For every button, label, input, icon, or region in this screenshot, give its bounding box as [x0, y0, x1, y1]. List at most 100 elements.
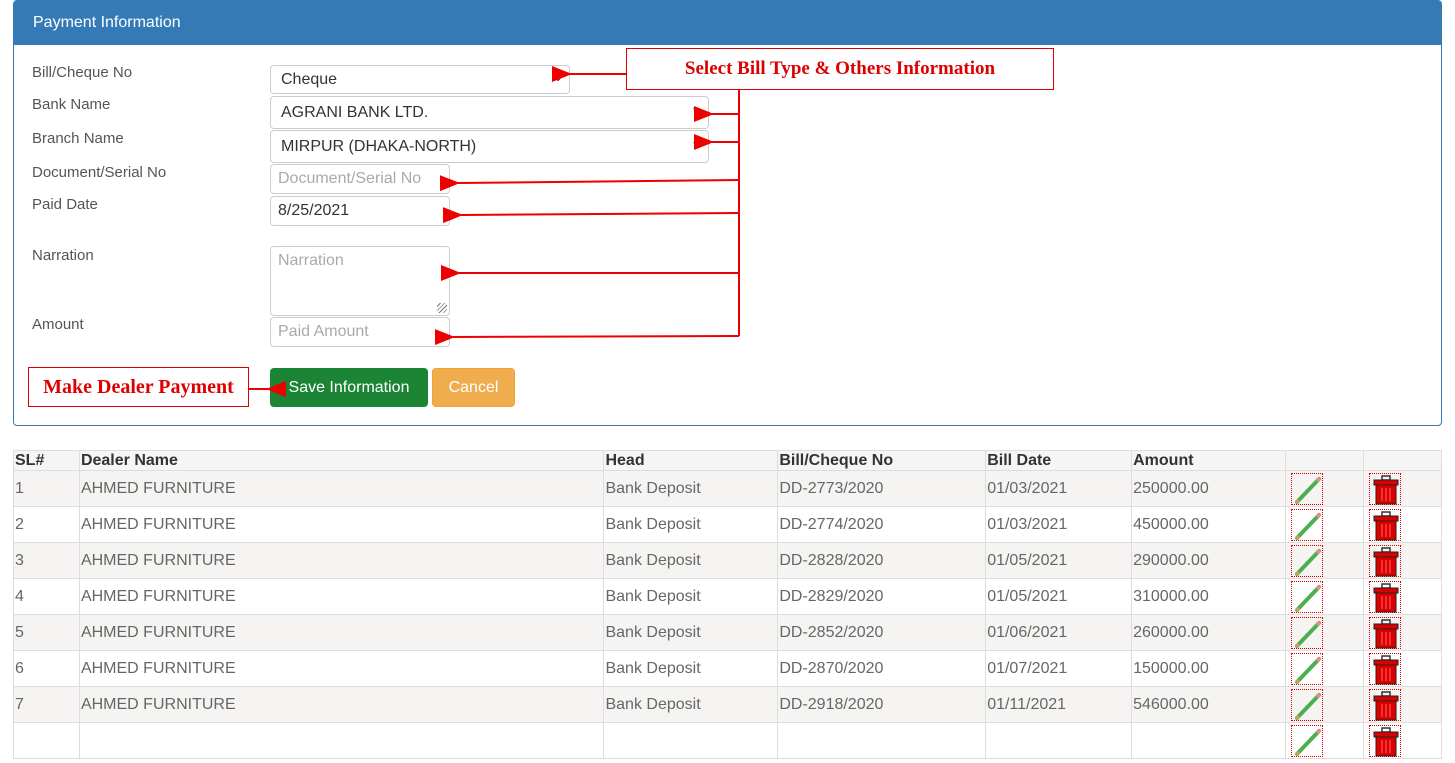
sl-cell: 7	[13, 686, 80, 723]
pencil-icon[interactable]	[1291, 580, 1324, 613]
col-amount: Amount	[1131, 450, 1287, 471]
edit-cell	[1285, 506, 1364, 543]
col-bill-date: Bill Date	[985, 450, 1133, 471]
document-no-placeholder: Document/Serial No	[278, 170, 422, 187]
trash-icon[interactable]	[1368, 580, 1401, 613]
sl-cell: 2	[13, 506, 80, 543]
amount-cell: 260000.00	[1131, 614, 1287, 651]
pencil-icon[interactable]	[1291, 688, 1324, 721]
bill-no-cell: DD-2774/2020	[777, 506, 987, 543]
bill-type-value: Cheque	[281, 70, 338, 88]
dealer-name-cell: AHMED FURNITURE	[78, 506, 605, 543]
delete-cell	[1362, 686, 1443, 723]
head-cell: Bank Deposit	[603, 542, 779, 579]
col-sl: SL#	[13, 450, 80, 471]
trash-icon[interactable]	[1368, 544, 1401, 577]
trash-icon[interactable]	[1368, 652, 1401, 685]
chevron-down-icon: ⌄	[552, 70, 563, 84]
bill-date-cell	[985, 722, 1133, 759]
amount-cell: 546000.00	[1131, 686, 1287, 723]
table-row: 5 AHMED FURNITURE Bank Deposit DD-2852/2020…	[13, 614, 1443, 651]
dealer-name-cell: AHMED FURNITURE	[78, 542, 605, 579]
bill-date-cell: 01/05/2021	[985, 578, 1133, 615]
trash-icon[interactable]	[1368, 472, 1401, 505]
cancel-button[interactable]: Cancel	[432, 368, 515, 407]
bank-name-select[interactable]: AGRANI BANK LTD. ▼	[270, 96, 709, 129]
pencil-icon[interactable]	[1291, 616, 1324, 649]
amount-cell: 250000.00	[1131, 470, 1287, 507]
edit-cell	[1285, 614, 1364, 651]
head-cell: Bank Deposit	[603, 614, 779, 651]
branch-name-value: MIRPUR (DHAKA-NORTH)	[281, 137, 477, 155]
edit-cell	[1285, 470, 1364, 507]
delete-cell	[1362, 614, 1443, 651]
narration-textarea[interactable]: Narration	[270, 246, 450, 316]
payments-table: SL# Dealer Name Head Bill/Cheque No Bill…	[13, 450, 1443, 759]
paid-date-value: 8/25/2021	[278, 202, 350, 219]
sl-cell: 5	[13, 614, 80, 651]
dealer-name-cell: AHMED FURNITURE	[78, 470, 605, 507]
bill-type-label: Bill/Cheque No	[32, 64, 133, 81]
pencil-icon[interactable]	[1291, 724, 1324, 757]
head-cell: Bank Deposit	[603, 686, 779, 723]
col-dealer-name: Dealer Name	[78, 450, 605, 471]
amount-input[interactable]: Paid Amount	[270, 317, 450, 347]
delete-cell	[1362, 506, 1443, 543]
narration-label: Narration	[32, 247, 94, 264]
bill-no-cell	[777, 722, 987, 759]
resize-handle-icon[interactable]	[437, 303, 447, 313]
delete-cell	[1362, 470, 1443, 507]
dealer-name-cell	[78, 722, 605, 759]
dealer-name-cell: AHMED FURNITURE	[78, 614, 605, 651]
save-information-button[interactable]: Save Information	[270, 368, 428, 407]
bill-type-select[interactable]: Cheque ⌄	[270, 65, 570, 94]
table-row: 1 AHMED FURNITURE Bank Deposit DD-2773/2020…	[13, 470, 1443, 507]
trash-icon[interactable]	[1368, 616, 1401, 649]
delete-cell	[1362, 650, 1443, 687]
trash-icon[interactable]	[1368, 688, 1401, 721]
table-row: 4 AHMED FURNITURE Bank Deposit DD-2829/2020…	[13, 578, 1443, 615]
trash-icon[interactable]	[1368, 724, 1401, 757]
sl-cell: 1	[13, 470, 80, 507]
delete-cell	[1362, 578, 1443, 615]
bank-name-label: Bank Name	[32, 96, 111, 113]
pencil-icon[interactable]	[1291, 652, 1324, 685]
caret-down-icon: ▼	[691, 139, 700, 149]
dealer-name-cell: AHMED FURNITURE	[78, 686, 605, 723]
col-delete	[1362, 450, 1443, 471]
bill-no-cell: DD-2918/2020	[777, 686, 987, 723]
branch-name-label: Branch Name	[32, 130, 124, 147]
dealer-name-cell: AHMED FURNITURE	[78, 578, 605, 615]
head-cell: Bank Deposit	[603, 578, 779, 615]
pencil-icon[interactable]	[1291, 508, 1324, 541]
narration-placeholder: Narration	[278, 252, 344, 269]
trash-icon[interactable]	[1368, 508, 1401, 541]
panel-title: Payment Information	[14, 1, 1441, 45]
branch-name-select[interactable]: MIRPUR (DHAKA-NORTH) ▼	[270, 130, 709, 163]
table-row: 2 AHMED FURNITURE Bank Deposit DD-2774/2020…	[13, 506, 1443, 543]
amount-cell: 310000.00	[1131, 578, 1287, 615]
amount-cell: 450000.00	[1131, 506, 1287, 543]
sl-cell: 6	[13, 650, 80, 687]
document-no-input[interactable]: Document/Serial No	[270, 164, 450, 194]
sl-cell	[13, 722, 80, 759]
table-row: 6 AHMED FURNITURE Bank Deposit DD-2870/2020…	[13, 650, 1443, 687]
head-cell: Bank Deposit	[603, 506, 779, 543]
bill-date-cell: 01/03/2021	[985, 506, 1133, 543]
sl-cell: 3	[13, 542, 80, 579]
table-row: 7 AHMED FURNITURE Bank Deposit DD-2918/2020…	[13, 686, 1443, 723]
pencil-icon[interactable]	[1291, 544, 1324, 577]
bill-date-cell: 01/06/2021	[985, 614, 1133, 651]
bill-no-cell: DD-2828/2020	[777, 542, 987, 579]
table-row: 3 AHMED FURNITURE Bank Deposit DD-2828/2020…	[13, 542, 1443, 579]
bank-name-value: AGRANI BANK LTD.	[281, 103, 429, 121]
delete-cell	[1362, 542, 1443, 579]
amount-cell: 290000.00	[1131, 542, 1287, 579]
delete-cell	[1362, 722, 1443, 759]
dealer-name-cell: AHMED FURNITURE	[78, 650, 605, 687]
bill-date-cell: 01/05/2021	[985, 542, 1133, 579]
table-header-row: SL# Dealer Name Head Bill/Cheque No Bill…	[13, 450, 1443, 471]
bill-no-cell: DD-2829/2020	[777, 578, 987, 615]
pencil-icon[interactable]	[1291, 472, 1324, 505]
paid-date-input[interactable]: 8/25/2021	[270, 196, 450, 226]
